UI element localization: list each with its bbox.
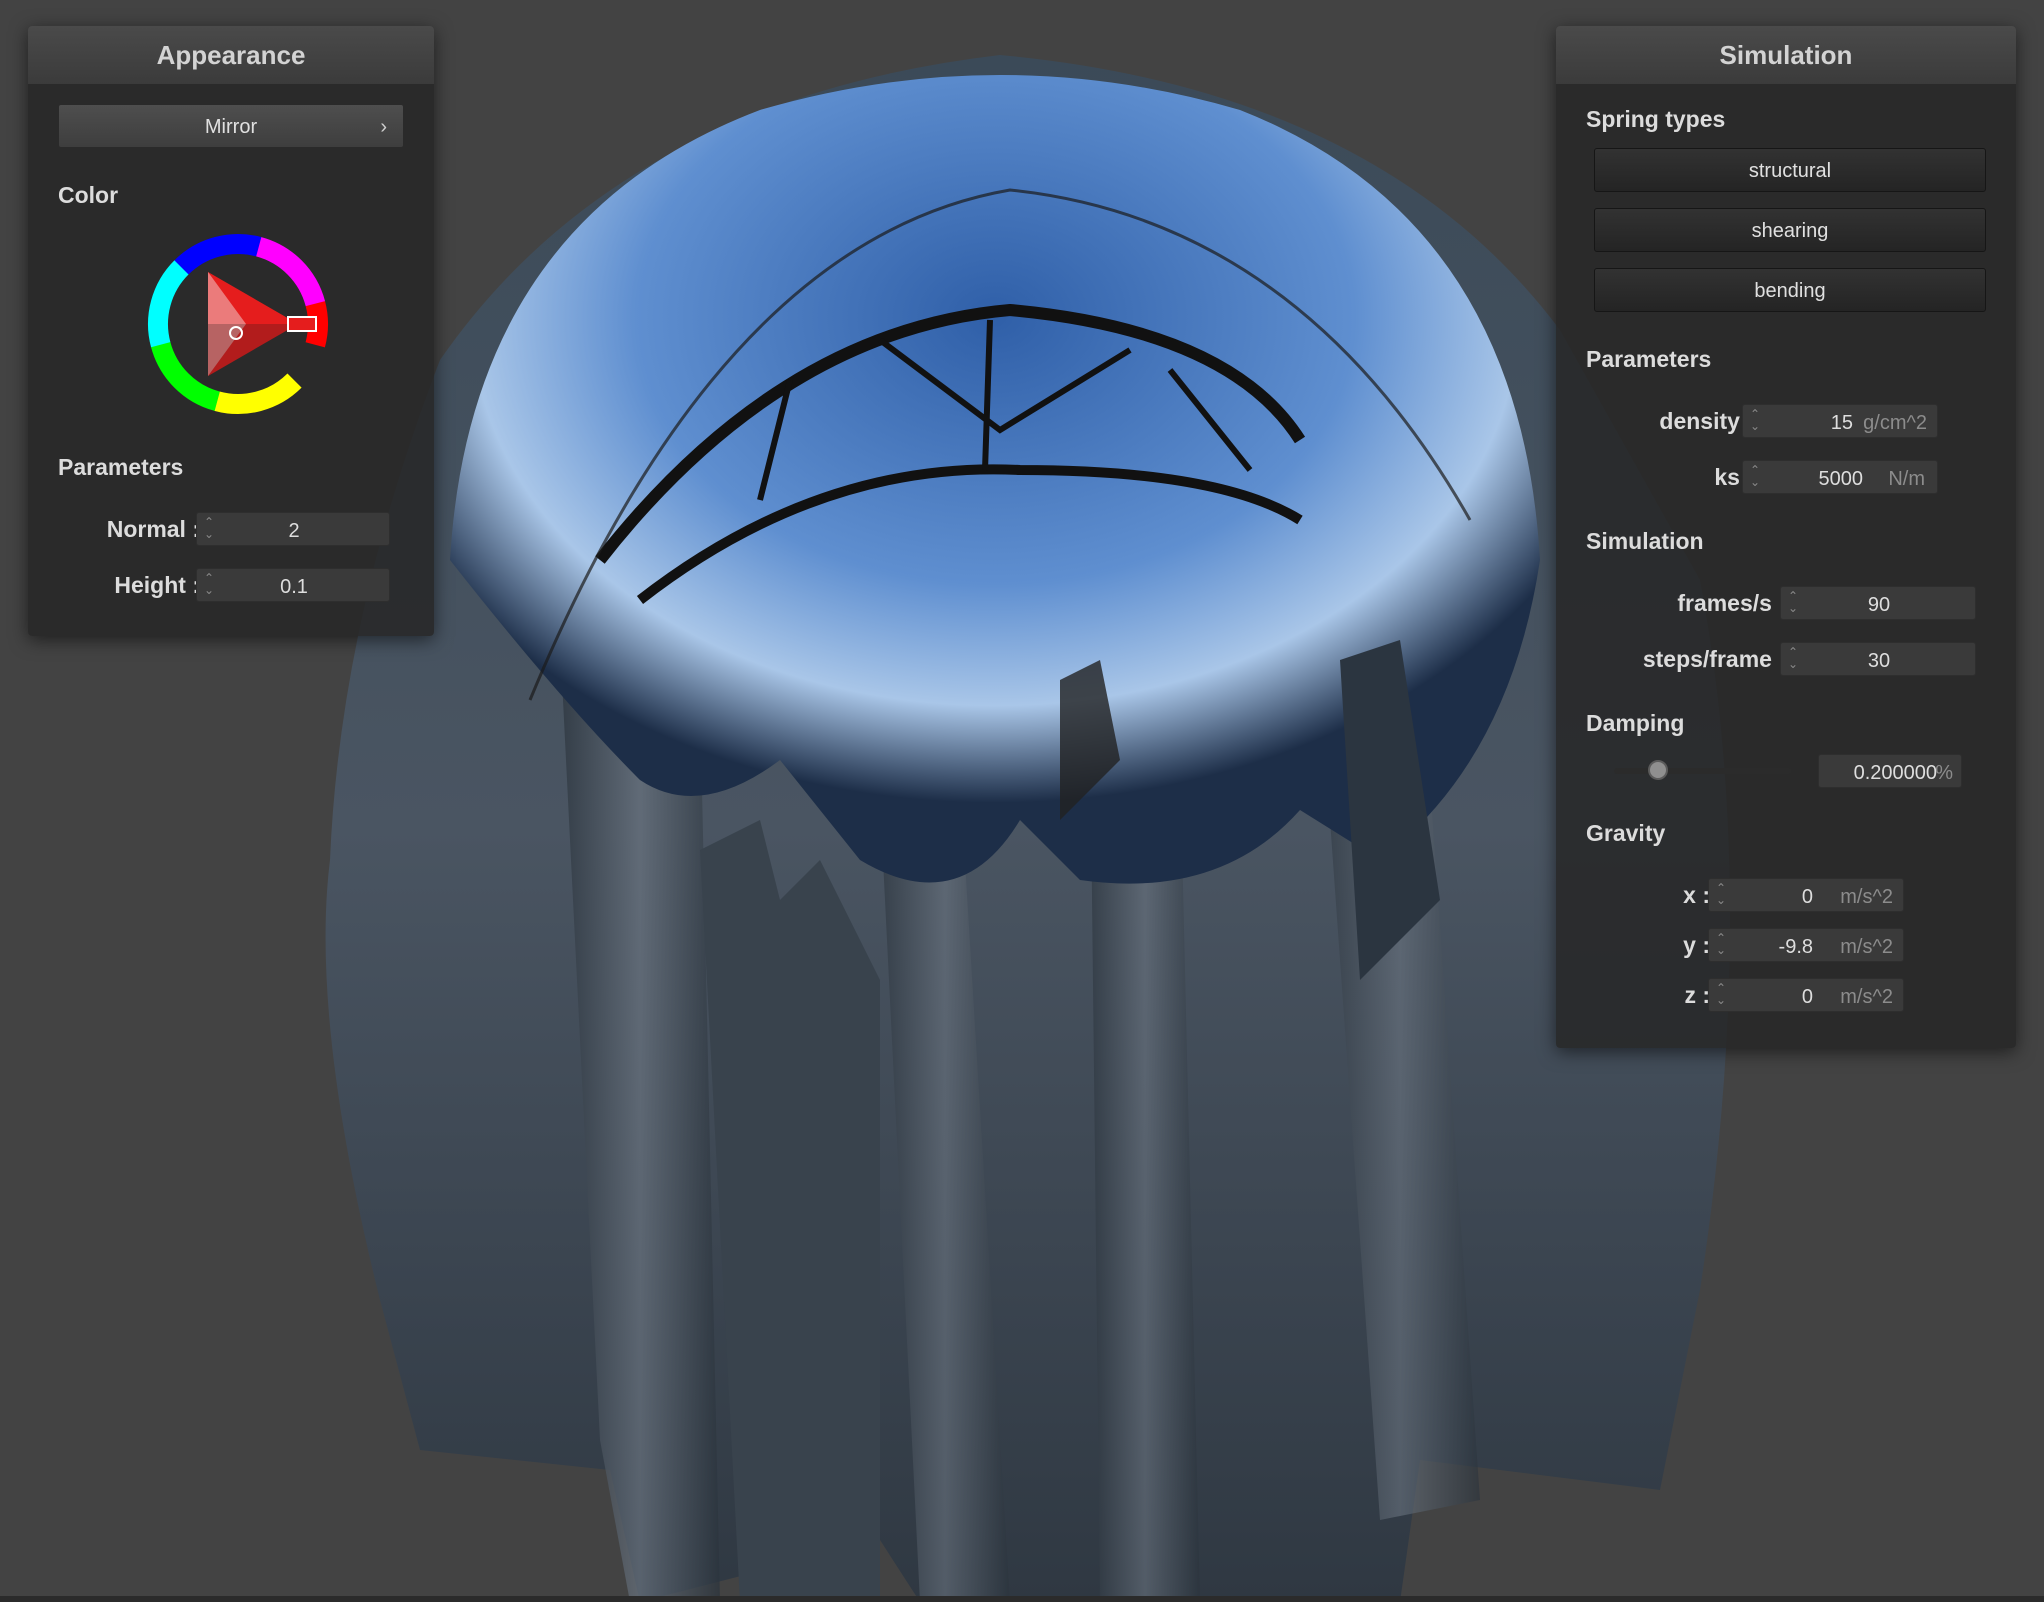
shearing-button[interactable]: shearing [1594,208,1986,252]
color-wheel[interactable] [146,232,330,416]
ks-unit: N/m [1888,468,1925,490]
gravity-y-spinbox[interactable]: ⌃ ⌄ -9.8 m/s^2 [1708,928,1904,962]
steps-value: 30 [1867,650,1891,672]
gravity-y-value: -9.8 [1778,936,1813,958]
spin-arrows-icon[interactable]: ⌃ ⌄ [1715,882,1727,908]
bending-button[interactable]: bending [1594,268,1986,312]
color-section-label: Color [58,182,119,208]
damping-value: 0.200000 [1853,762,1937,784]
damping-slider-track [1614,768,1792,774]
gravity-z-value: 0 [1801,986,1813,1008]
appearance-panel: Appearance Mirror › Color Parameters Nor… [28,26,434,636]
gravity-z-unit: m/s^2 [1840,986,1893,1008]
simulation-panel-title[interactable]: Simulation [1556,26,2016,85]
normal-value: 2 [288,520,300,542]
steps-spinbox[interactable]: ⌃ ⌄ 30 [1780,642,1976,676]
density-value: 15 [1830,412,1853,434]
simulation-section-label: Simulation [1586,528,1704,554]
sim-params-label: Parameters [1586,346,1712,372]
spin-arrows-icon[interactable]: ⌃ ⌄ [1715,982,1727,1008]
gravity-z-label: z : [1684,982,1710,1008]
steps-label: steps/frame : [1642,646,1786,672]
gravity-x-spinbox[interactable]: ⌃ ⌄ 0 m/s^2 [1708,878,1904,912]
ks-label: ks : [1714,464,1754,490]
fps-label: frames/s : [1677,590,1786,616]
gravity-y-unit: m/s^2 [1840,936,1893,958]
damping-slider-thumb[interactable] [1647,760,1668,780]
normal-spinbox[interactable]: ⌃ ⌄ 2 [196,512,390,546]
ks-spinbox[interactable]: ⌃ ⌄ 5000 N/m [1742,460,1938,494]
gravity-x-unit: m/s^2 [1840,886,1893,908]
height-value: 0.1 [280,576,308,598]
fps-value: 90 [1867,594,1891,616]
structural-button[interactable]: structural [1594,148,1986,192]
density-spinbox[interactable]: ⌃ ⌄ 15 g/cm^2 [1742,404,1938,438]
ks-value: 5000 [1818,468,1864,490]
material-dropdown-button[interactable]: Mirror › [58,104,404,148]
height-spinbox[interactable]: ⌃ ⌄ 0.1 [196,568,390,602]
gravity-label: Gravity [1586,820,1666,846]
spin-arrows-icon[interactable]: ⌃ ⌄ [1749,408,1761,434]
color-wheel-graphic [147,234,328,414]
gravity-y-label: y : [1683,932,1710,958]
spin-arrows-icon[interactable]: ⌃ ⌄ [1749,464,1761,490]
normal-label: Normal : [106,516,200,542]
gravity-x-label: x : [1683,882,1710,908]
gravity-x-value: 0 [1801,886,1813,908]
material-button-label: Mirror [204,116,258,138]
damping-field[interactable]: 0.200000 % [1818,754,1962,788]
fps-spinbox[interactable]: ⌃ ⌄ 90 [1780,586,1976,620]
chevron-right-icon: › [380,116,387,138]
damping-unit: % [1935,762,1953,784]
damping-label: Damping [1586,710,1685,736]
spring-types-label: Spring types [1586,106,1726,132]
appearance-params-label: Parameters [58,454,184,480]
gravity-z-spinbox[interactable]: ⌃ ⌄ 0 m/s^2 [1708,978,1904,1012]
height-label: Height : [114,572,200,598]
density-label: density : [1659,408,1754,434]
appearance-panel-title[interactable]: Appearance [28,26,434,85]
simulation-panel: Simulation Spring types structural shear… [1556,26,2016,1048]
spin-arrows-icon[interactable]: ⌃ ⌄ [1715,932,1727,958]
density-unit: g/cm^2 [1863,412,1927,434]
